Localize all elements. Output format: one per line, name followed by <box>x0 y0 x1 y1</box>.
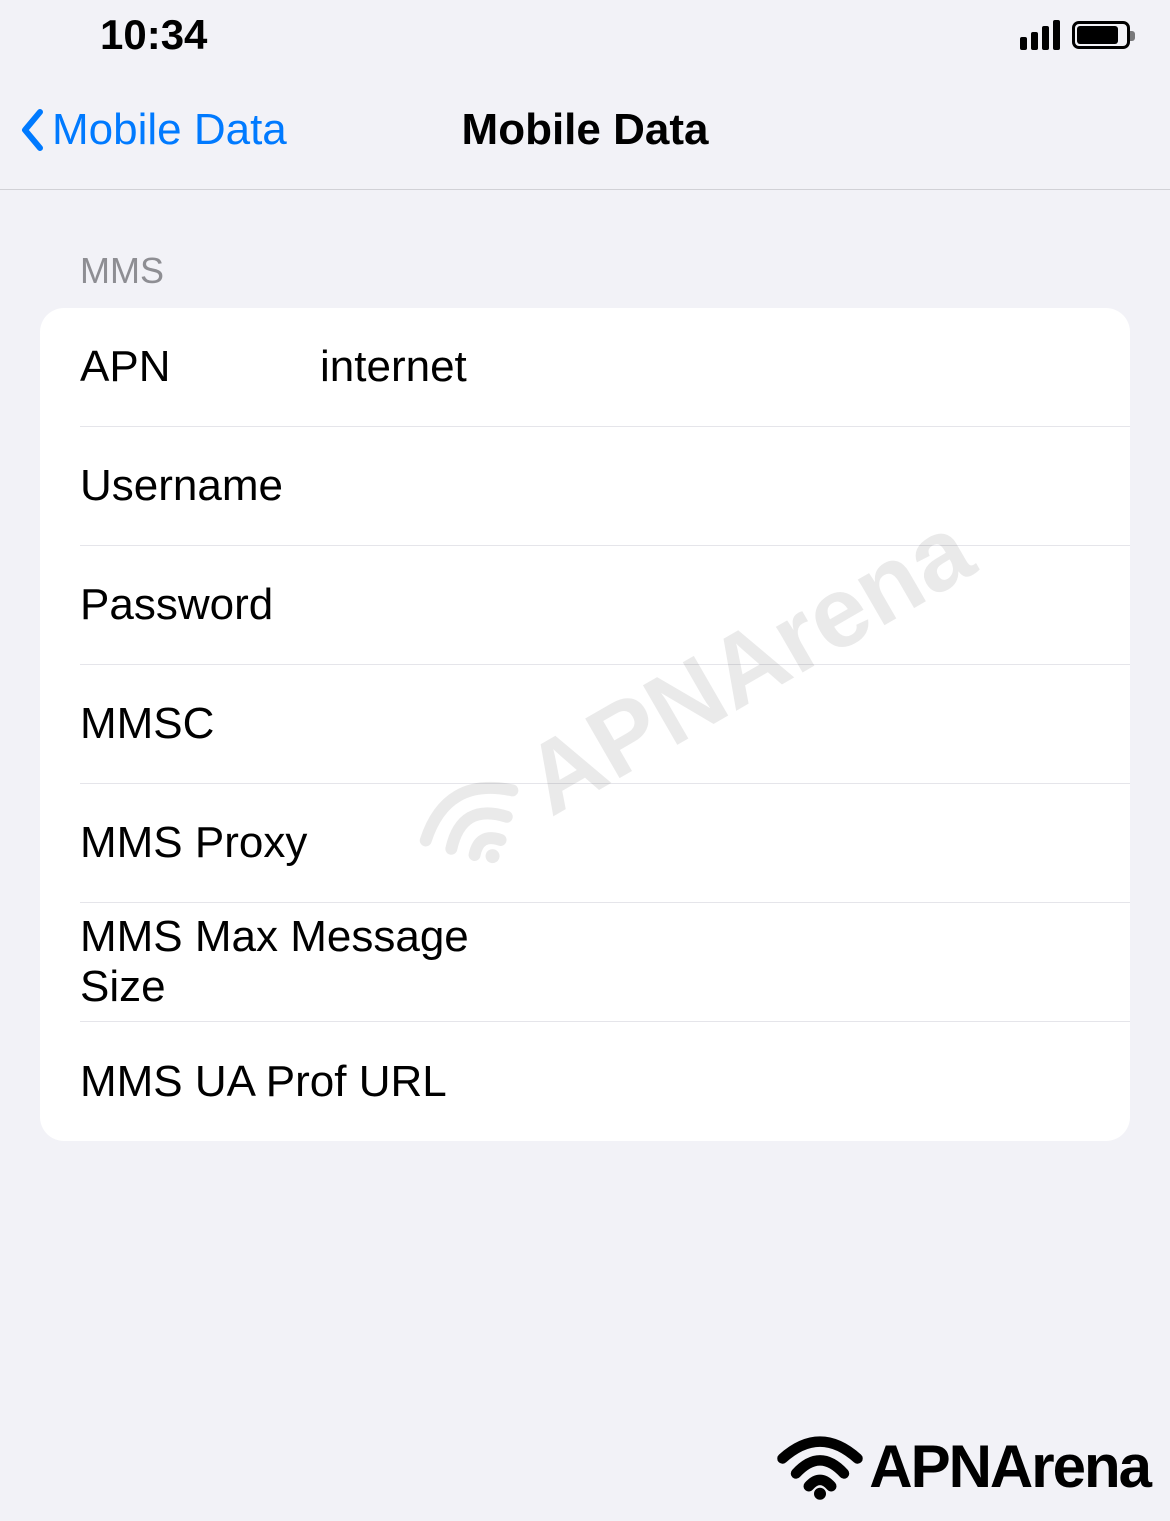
back-button[interactable]: Mobile Data <box>20 105 287 155</box>
status-time: 10:34 <box>100 11 207 59</box>
apn-label: APN <box>80 342 320 392</box>
content-area: MMS APN Username Password MMSC <box>0 190 1170 1141</box>
mms-proxy-label: MMS Proxy <box>80 818 515 868</box>
mms-proxy-input[interactable] <box>515 818 1090 868</box>
password-input[interactable] <box>320 580 1090 630</box>
mmsc-input[interactable] <box>320 699 1090 749</box>
password-label: Password <box>80 580 320 630</box>
settings-group-mms: APN Username Password MMSC <box>40 308 1130 1141</box>
watermark-logo: APNArena <box>775 1431 1150 1501</box>
mms-max-size-input[interactable] <box>515 937 1090 987</box>
logo-text: APNArena <box>869 1432 1150 1501</box>
mms-ua-prof-input[interactable] <box>515 1057 1090 1107</box>
apn-row[interactable]: APN <box>40 308 1130 427</box>
mms-max-size-label: MMS Max Message Size <box>80 912 515 1012</box>
back-label: Mobile Data <box>52 105 287 155</box>
mmsc-label: MMSC <box>80 699 320 749</box>
username-label: Username <box>80 461 320 511</box>
mms-ua-prof-label: MMS UA Prof URL <box>80 1057 515 1107</box>
username-input[interactable] <box>320 461 1090 511</box>
section-header-mms: MMS <box>40 250 1130 308</box>
navigation-bar: Mobile Data Mobile Data <box>0 70 1170 190</box>
mms-ua-prof-row[interactable]: MMS UA Prof URL <box>40 1022 1130 1141</box>
chevron-left-icon <box>20 109 44 151</box>
page-title: Mobile Data <box>462 105 709 155</box>
status-icons <box>1020 20 1130 50</box>
mms-max-size-row[interactable]: MMS Max Message Size <box>40 903 1130 1022</box>
mms-proxy-row[interactable]: MMS Proxy <box>40 784 1130 903</box>
mmsc-row[interactable]: MMSC <box>40 665 1130 784</box>
wifi-icon <box>775 1431 865 1501</box>
status-bar: 10:34 <box>0 0 1170 70</box>
username-row[interactable]: Username <box>40 427 1130 546</box>
apn-input[interactable] <box>320 342 1090 392</box>
cellular-signal-icon <box>1020 20 1060 50</box>
password-row[interactable]: Password <box>40 546 1130 665</box>
battery-icon <box>1072 21 1130 49</box>
